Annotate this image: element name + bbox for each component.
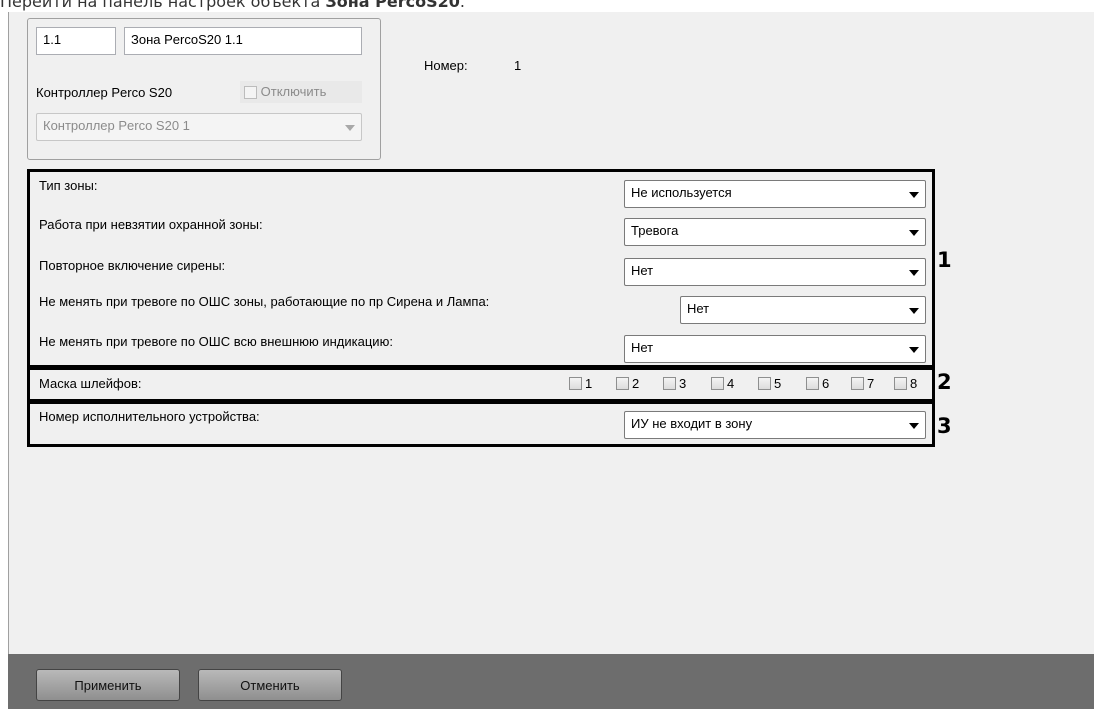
loop-mask-number: 3 (679, 376, 687, 391)
external-indication-select[interactable]: Нет (624, 335, 926, 363)
caption-object-name: Зона PercoS20 (325, 0, 460, 11)
zone-settings-section: Тип зоны: Не используется Работа при нев… (27, 169, 935, 368)
siren-repeat-select[interactable]: Нет (624, 258, 926, 286)
loop-mask-checkbox[interactable] (711, 377, 724, 390)
siren-lamp-zones-label: Не менять при тревоге по ОШС зоны, работ… (39, 294, 490, 309)
loop-mask-item[interactable]: 6 (806, 376, 829, 391)
callout-1: 1 (937, 248, 952, 272)
external-indication-label: Не менять при тревоге по ОШС всю внешнюю… (39, 334, 393, 349)
loop-mask-item[interactable]: 5 (758, 376, 781, 391)
caption-suffix: . (459, 0, 465, 11)
disable-checkbox-box[interactable] (244, 86, 257, 100)
actuator-value: ИУ не входит в зону (631, 416, 753, 431)
actuator-section: Номер исполнительного устройства: ИУ не … (27, 401, 935, 447)
siren-lamp-zones-value: Нет (687, 301, 710, 316)
callout-3: 3 (937, 414, 952, 438)
loop-mask-number: 8 (910, 376, 918, 391)
object-id-field[interactable]: 1.1 (36, 27, 116, 55)
loop-mask-number: 6 (822, 376, 830, 391)
chevron-down-icon (909, 308, 919, 314)
loop-mask-item[interactable]: 7 (851, 376, 874, 391)
parent-select[interactable]: Контроллер Perco S20 1 (36, 113, 362, 141)
unarmed-mode-label: Работа при невзятии охранной зоны: (39, 217, 263, 232)
loop-mask-number: 1 (585, 376, 593, 391)
chevron-down-icon (345, 125, 355, 131)
loop-mask-item[interactable]: 4 (711, 376, 734, 391)
loop-mask-checkbox[interactable] (894, 377, 907, 390)
parent-select-value: Контроллер Perco S20 1 (43, 118, 190, 133)
settings-panel: 1.1 Зона PercoS20 1.1 Контроллер Perco S… (8, 12, 1094, 709)
loop-mask-checkbox[interactable] (616, 377, 629, 390)
loop-mask-item[interactable]: 3 (663, 376, 686, 391)
parent-label: Контроллер Perco S20 (36, 85, 173, 100)
number-value: 1 (514, 58, 522, 73)
loop-mask-checkbox[interactable] (663, 377, 676, 390)
loop-mask-label: Маска шлейфов: (39, 376, 142, 391)
disable-checkbox[interactable]: Отключить (240, 81, 362, 103)
disable-checkbox-label: Отключить (260, 84, 327, 99)
loop-mask-number: 7 (867, 376, 875, 391)
siren-repeat-value: Нет (631, 263, 654, 278)
chevron-down-icon (909, 192, 919, 198)
apply-button[interactable]: Применить (36, 669, 180, 701)
loop-mask-section: Маска шлейфов: 1 2 3 4 5 6 7 8 (27, 367, 935, 402)
zone-type-select[interactable]: Не используется (624, 180, 926, 208)
loop-mask-number: 2 (632, 376, 640, 391)
chevron-down-icon (909, 423, 919, 429)
callout-2: 2 (937, 370, 952, 394)
cancel-button[interactable]: Отменить (198, 669, 342, 701)
loop-mask-item[interactable]: 8 (894, 376, 917, 391)
actuator-label: Номер исполнительного устройства: (39, 409, 260, 424)
zone-type-value: Не используется (631, 185, 732, 200)
zone-type-label: Тип зоны: (39, 178, 98, 193)
loop-mask-number: 5 (774, 376, 782, 391)
chevron-down-icon (909, 230, 919, 236)
siren-lamp-zones-select[interactable]: Нет (680, 296, 926, 324)
number-label: Номер: (424, 58, 468, 73)
caption-prefix: Перейти на панель настроек объекта (0, 0, 326, 11)
loop-mask-item[interactable]: 2 (616, 376, 639, 391)
chevron-down-icon (909, 347, 919, 353)
actuator-select[interactable]: ИУ не входит в зону (624, 411, 926, 439)
page-caption: Перейти на панель настроек объекта Зона … (0, 0, 1094, 12)
object-box: 1.1 Зона PercoS20 1.1 Контроллер Perco S… (27, 18, 381, 160)
unarmed-mode-select[interactable]: Тревога (624, 218, 926, 246)
unarmed-mode-value: Тревога (631, 223, 679, 238)
loop-mask-checkbox[interactable] (806, 377, 819, 390)
loop-mask-checkbox[interactable] (758, 377, 771, 390)
loop-mask-number: 4 (727, 376, 735, 391)
chevron-down-icon (909, 270, 919, 276)
siren-repeat-label: Повторное включение сирены: (39, 258, 226, 273)
loop-mask-item[interactable]: 1 (569, 376, 592, 391)
loop-mask-checkbox[interactable] (569, 377, 582, 390)
external-indication-value: Нет (631, 340, 654, 355)
bottom-bar: Применить Отменить (8, 654, 1094, 709)
object-name-field[interactable]: Зона PercoS20 1.1 (124, 27, 362, 55)
loop-mask-checkbox[interactable] (851, 377, 864, 390)
